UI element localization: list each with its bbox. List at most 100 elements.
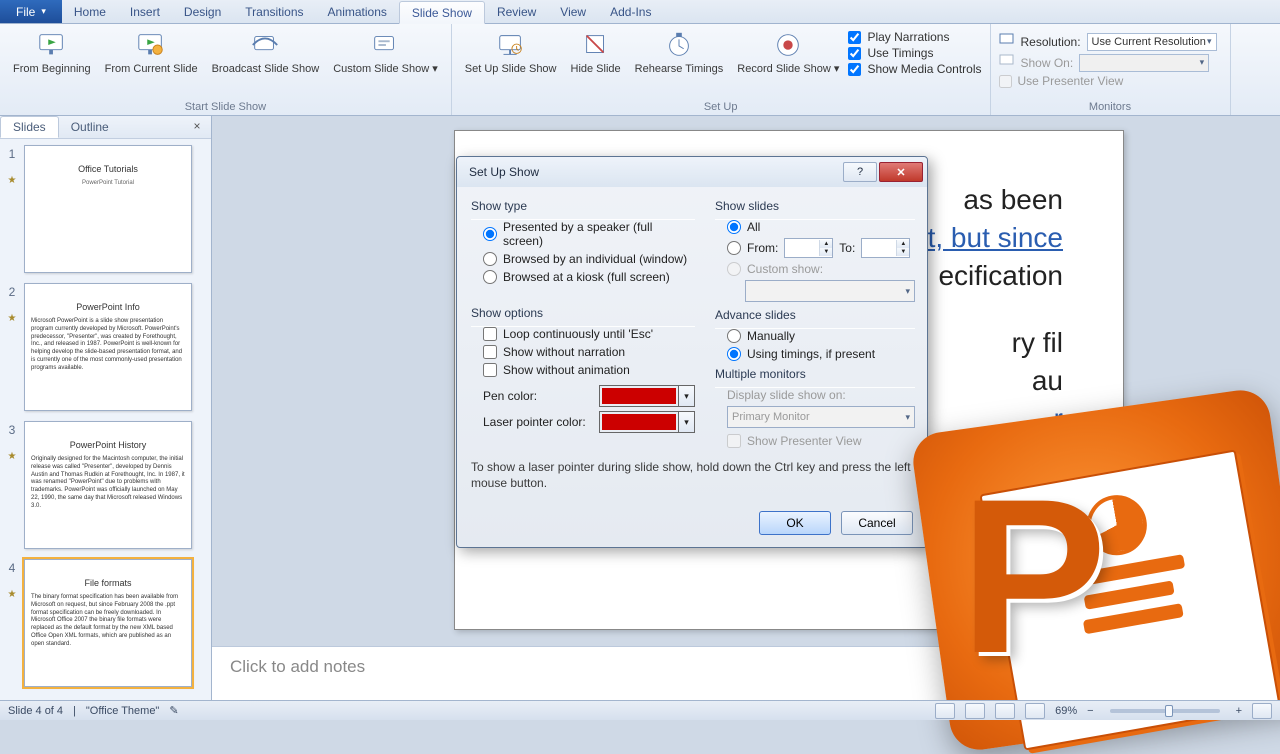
- zoom-in-button[interactable]: +: [1236, 705, 1242, 717]
- show-slides-heading: Show slides: [715, 199, 915, 213]
- resolution-row[interactable]: Resolution: Use Current Resolution: [999, 32, 1222, 51]
- zoom-out-button[interactable]: −: [1087, 705, 1093, 717]
- display-on-label: Display slide show on:: [727, 388, 915, 402]
- view-normal-button[interactable]: [935, 703, 955, 719]
- presenter-view-check: Use Presenter View: [999, 74, 1222, 88]
- tab-insert[interactable]: Insert: [118, 0, 172, 23]
- broadcast-icon: [249, 29, 281, 61]
- from-spinner[interactable]: ▲▼: [784, 238, 833, 258]
- resolution-label: Resolution:: [1021, 35, 1081, 49]
- from-beginning-button[interactable]: From Beginning: [8, 26, 96, 78]
- dialog-help-button[interactable]: ?: [843, 162, 877, 182]
- to-spinner[interactable]: ▲▼: [861, 238, 910, 258]
- cancel-button[interactable]: Cancel: [841, 511, 913, 535]
- zoom-slider[interactable]: [1110, 709, 1220, 713]
- tab-transitions[interactable]: Transitions: [233, 0, 315, 23]
- show-on-select: [1079, 54, 1209, 72]
- panel-tab-outline[interactable]: Outline: [59, 117, 121, 137]
- view-sorter-button[interactable]: [965, 703, 985, 719]
- panel-tab-slides[interactable]: Slides: [0, 116, 59, 138]
- rehearse-icon: [663, 29, 695, 61]
- rehearse-label: Rehearse Timings: [635, 63, 724, 75]
- setup-show-label: Set Up Slide Show: [465, 63, 557, 75]
- fit-to-window-button[interactable]: [1252, 703, 1272, 719]
- thumbnail-1[interactable]: 1★ Office TutorialsPowerPoint Tutorial: [6, 145, 205, 273]
- spellcheck-icon[interactable]: ✎: [169, 704, 178, 717]
- hide-slide-icon: [580, 29, 612, 61]
- show-on-label: Show On:: [1021, 56, 1074, 70]
- show-media-check[interactable]: Show Media Controls: [848, 62, 981, 76]
- file-tab[interactable]: File ▾: [0, 0, 62, 23]
- opt-manually[interactable]: Manually: [727, 329, 915, 343]
- view-reading-button[interactable]: [995, 703, 1015, 719]
- thumbnail-2[interactable]: 2★ PowerPoint InfoMicrosoft PowerPoint i…: [6, 283, 205, 411]
- opt-all-slides[interactable]: All: [727, 220, 915, 234]
- opt-no-animation[interactable]: Show without animation: [483, 363, 695, 377]
- laser-color-combo[interactable]: ▾: [599, 411, 695, 433]
- opt-browsed-individual[interactable]: Browsed by an individual (window): [483, 252, 695, 266]
- panel-close-icon[interactable]: ×: [189, 119, 205, 135]
- hide-slide-label: Hide Slide: [571, 63, 621, 75]
- custom-show-label: Custom Slide Show ▾: [333, 63, 438, 75]
- opt-custom-show: Custom show:: [727, 262, 915, 276]
- thumbnail-4[interactable]: 4★ File formatsThe binary format specifi…: [6, 559, 205, 687]
- tab-view[interactable]: View: [548, 0, 598, 23]
- opt-no-narration[interactable]: Show without narration: [483, 345, 695, 359]
- dialog-hint: To show a laser pointer during slide sho…: [471, 460, 913, 491]
- opt-from-to[interactable]: From: ▲▼ To: ▲▼: [727, 238, 915, 258]
- ribbon: From Beginning From Current Slide Broadc…: [0, 24, 1280, 116]
- custom-show-button[interactable]: Custom Slide Show ▾: [328, 26, 443, 78]
- opt-show-presenter-view: Show Presenter View: [727, 434, 915, 448]
- laser-color-label: Laser pointer color:: [483, 415, 593, 429]
- dialog-titlebar[interactable]: Set Up Show ? ✕: [457, 157, 927, 187]
- hide-slide-button[interactable]: Hide Slide: [566, 26, 626, 78]
- from-current-button[interactable]: From Current Slide: [100, 26, 203, 78]
- ok-button[interactable]: OK: [759, 511, 831, 535]
- tab-design[interactable]: Design: [172, 0, 233, 23]
- thumbnail-list[interactable]: 1★ Office TutorialsPowerPoint Tutorial2★…: [0, 139, 211, 700]
- notes-pane[interactable]: Click to add notes: [212, 646, 1280, 700]
- opt-loop[interactable]: Loop continuously until 'Esc': [483, 327, 695, 341]
- play-narrations-check[interactable]: Play Narrations: [848, 30, 981, 44]
- dialog-close-button[interactable]: ✕: [879, 162, 923, 182]
- rehearse-button[interactable]: Rehearse Timings: [630, 26, 729, 78]
- tab-animations[interactable]: Animations: [316, 0, 399, 23]
- record-icon: [772, 29, 804, 61]
- thumbnail-3[interactable]: 3★ PowerPoint HistoryOriginally designed…: [6, 421, 205, 549]
- dialog-title: Set Up Show: [469, 165, 539, 179]
- broadcast-label: Broadcast Slide Show: [212, 63, 320, 75]
- resolution-select[interactable]: Use Current Resolution: [1087, 33, 1217, 51]
- status-theme: "Office Theme": [86, 705, 159, 717]
- show-on-icon: [999, 53, 1015, 72]
- view-slideshow-button[interactable]: [1025, 703, 1045, 719]
- tab-review[interactable]: Review: [485, 0, 548, 23]
- status-bar: Slide 4 of 4 | "Office Theme" ✎ 69% − +: [0, 700, 1280, 720]
- opt-timings[interactable]: Using timings, if present: [727, 347, 915, 361]
- pen-color-label: Pen color:: [483, 389, 593, 403]
- pen-color-combo[interactable]: ▾: [599, 385, 695, 407]
- play-current-icon: [135, 29, 167, 61]
- record-button[interactable]: Record Slide Show ▾: [732, 26, 844, 78]
- from-current-label: From Current Slide: [105, 63, 198, 75]
- custom-show-combo: [745, 280, 915, 302]
- advance-heading: Advance slides: [715, 308, 915, 322]
- from-beginning-label: From Beginning: [13, 63, 91, 75]
- setup-show-dialog: Set Up Show ? ✕ Show type Presented by a…: [456, 156, 928, 548]
- group-setup-label: Set Up: [460, 101, 982, 115]
- use-timings-check[interactable]: Use Timings: [848, 46, 981, 60]
- group-start-label: Start Slide Show: [8, 101, 443, 115]
- tab-addins[interactable]: Add-Ins: [598, 0, 663, 23]
- group-monitors-label: Monitors: [999, 101, 1222, 115]
- tab-slide-show[interactable]: Slide Show: [399, 1, 485, 24]
- status-slide: Slide 4 of 4: [8, 705, 63, 717]
- show-on-row: Show On:: [999, 53, 1222, 72]
- opt-presented[interactable]: Presented by a speaker (full screen): [483, 220, 695, 248]
- setup-show-button[interactable]: Set Up Slide Show: [460, 26, 562, 78]
- tab-home[interactable]: Home: [62, 0, 118, 23]
- status-zoom: 69%: [1055, 705, 1077, 717]
- opt-browsed-kiosk[interactable]: Browsed at a kiosk (full screen): [483, 270, 695, 284]
- play-screen-icon: [36, 29, 68, 61]
- broadcast-button[interactable]: Broadcast Slide Show: [207, 26, 325, 78]
- ribbon-tabstrip: File ▾ Home Insert Design Transitions An…: [0, 0, 1280, 24]
- display-on-combo: Primary Monitor: [727, 406, 915, 428]
